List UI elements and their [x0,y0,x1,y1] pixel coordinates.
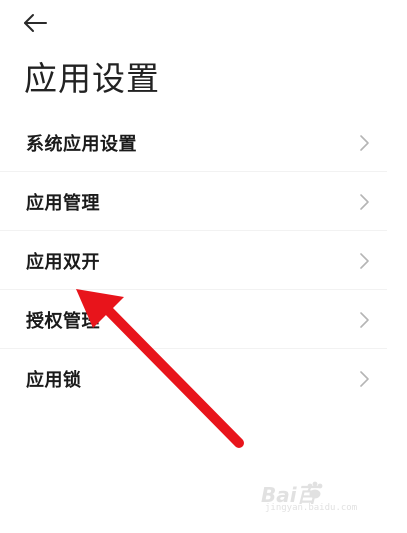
list-item-label: 系统应用设置 [26,133,137,155]
chevron-right-icon [360,311,369,328]
list-item-app-lock[interactable]: 应用锁 [0,349,407,408]
list-item-system-app-settings[interactable]: 系统应用设置 [0,113,407,172]
chevron-right-icon [360,370,369,387]
page-title: 应用设置 [24,59,160,98]
list-item-dual-apps[interactable]: 应用双开 [0,231,407,290]
watermark: Bai百 jingyan.baidu.com [261,479,381,515]
list-item-label: 授权管理 [26,310,100,332]
chevron-right-icon [360,252,369,269]
list-item-permissions[interactable]: 授权管理 [0,290,407,349]
chevron-right-icon [360,134,369,151]
settings-list: 系统应用设置 应用管理 应用双开 授权管理 应用锁 [0,113,407,408]
chevron-right-icon [360,193,369,210]
list-item-label: 应用锁 [26,369,82,391]
list-item-app-management[interactable]: 应用管理 [0,172,407,231]
arrow-left-icon [24,14,47,32]
list-item-label: 应用双开 [26,251,100,273]
watermark-url: jingyan.baidu.com [265,503,358,513]
list-item-label: 应用管理 [26,192,100,214]
paw-icon [307,481,323,499]
back-button[interactable] [22,8,56,38]
